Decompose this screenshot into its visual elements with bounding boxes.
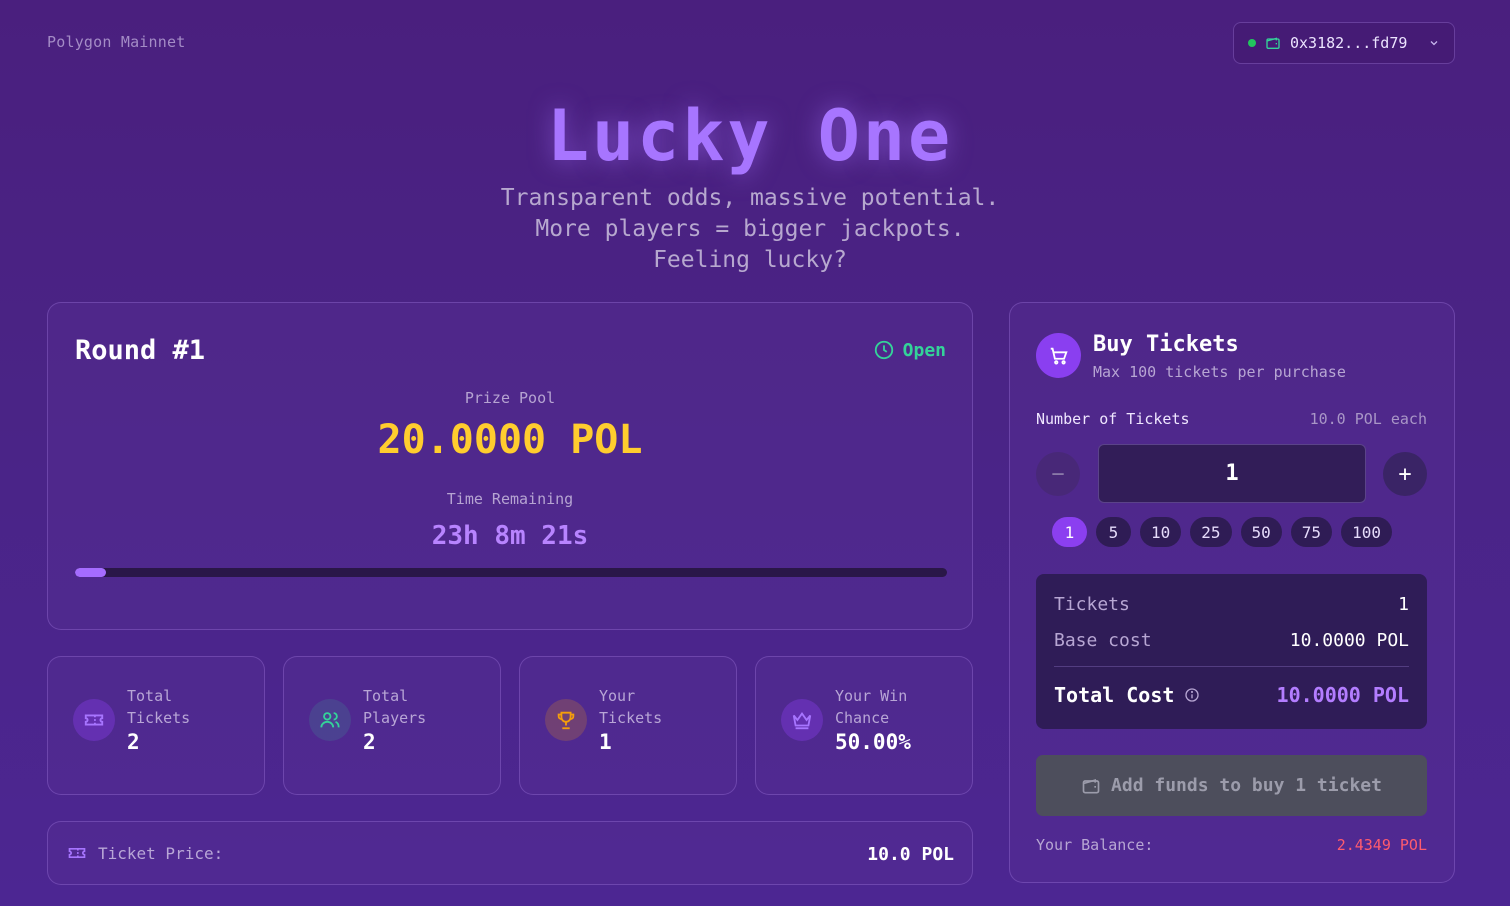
- summary-tickets-row: Tickets 1: [1054, 594, 1409, 615]
- tagline: Transparent odds, massive potential. Mor…: [0, 183, 1500, 276]
- stat-label-line-1: Your Win: [835, 687, 908, 705]
- summary-base-label: Base cost: [1054, 630, 1152, 651]
- round-card: Round #1 Open Prize Pool 20.0000 POL Tim…: [47, 302, 973, 630]
- summary-total-row: Total Cost 10.0000 POL: [1054, 683, 1409, 707]
- stat-label-line-1: Your: [599, 687, 636, 705]
- stat-label: Total Tickets: [127, 685, 190, 729]
- preset-10[interactable]: 10: [1140, 517, 1182, 547]
- time-remaining-label: Time Remaining: [446, 490, 574, 508]
- summary-total-value: 10.0000 POL: [1276, 683, 1409, 707]
- ticket-price-label: Ticket Price:: [98, 843, 224, 863]
- prize-pool-value: 20.0000 POL: [377, 417, 643, 463]
- clock-icon: [873, 339, 895, 361]
- balance-label: Your Balance:: [1036, 836, 1154, 854]
- stat-win-chance: Your Win Chance 50.00%: [755, 656, 973, 795]
- buy-subtitle: Max 100 tickets per purchase: [1093, 363, 1346, 381]
- stat-label-line-2: Tickets: [599, 709, 663, 727]
- preset-group: 1 5 10 25 50 75 100: [1052, 517, 1392, 547]
- preset-50[interactable]: 50: [1240, 517, 1282, 547]
- round-title: Round #1: [75, 335, 206, 366]
- users-icon: [309, 699, 351, 741]
- ticket-icon: [66, 843, 88, 863]
- connected-dot: [1248, 39, 1256, 47]
- stat-label: Your Win Chance: [835, 685, 907, 729]
- preset-5[interactable]: 5: [1096, 517, 1131, 547]
- round-progress-fill: [75, 568, 106, 577]
- stat-value: 2: [127, 730, 140, 754]
- stat-total-players: Total Players 2: [283, 656, 501, 795]
- ticket-price-label-group: Ticket Price:: [66, 843, 223, 863]
- balance-value: 2.4349 POL: [1336, 836, 1427, 854]
- summary-tickets-value: 1: [1398, 594, 1409, 615]
- summary-tickets-label: Tickets: [1054, 594, 1130, 615]
- wallet-button[interactable]: 0x3182...fd79: [1233, 22, 1455, 64]
- preset-1[interactable]: 1: [1052, 517, 1087, 547]
- number-of-tickets-label: Number of Tickets: [1036, 410, 1190, 428]
- stat-value: 1: [599, 730, 612, 754]
- quantity-input[interactable]: 1: [1098, 444, 1366, 503]
- network-label: Polygon Mainnet: [47, 33, 186, 51]
- tagline-line-3: Feeling lucky?: [653, 247, 847, 273]
- decrement-button[interactable]: −: [1036, 452, 1080, 496]
- status-text: Open: [902, 339, 946, 361]
- summary-base-row: Base cost 10.0000 POL: [1054, 630, 1409, 651]
- wallet-address: 0x3182...fd79: [1290, 34, 1408, 52]
- crown-icon: [781, 699, 823, 741]
- preset-25[interactable]: 25: [1190, 517, 1232, 547]
- stat-total-tickets: Total Tickets 2: [47, 656, 265, 795]
- cost-summary: Tickets 1 Base cost 10.0000 POL Total Co…: [1036, 574, 1427, 729]
- stat-label-line-1: Total: [127, 687, 173, 705]
- stat-label-line-2: Tickets: [127, 709, 191, 727]
- stat-label-line-1: Total: [363, 687, 409, 705]
- stat-value: 2: [363, 730, 376, 754]
- wallet-icon: [1081, 776, 1101, 796]
- stat-label-line-2: Chance: [835, 709, 890, 727]
- price-each: 10.0 POL each: [1309, 410, 1427, 428]
- summary-base-value: 10.0000 POL: [1289, 630, 1409, 651]
- tagline-line-1: Transparent odds, massive potential.: [500, 185, 1000, 211]
- info-icon[interactable]: [1184, 687, 1200, 703]
- wallet-icon: [1265, 35, 1281, 51]
- status-badge: Open: [873, 339, 946, 361]
- round-progress-bar: [75, 568, 947, 577]
- stat-your-tickets: Your Tickets 1: [519, 656, 737, 795]
- trophy-icon: [545, 699, 587, 741]
- summary-total-label: Total Cost: [1054, 683, 1175, 707]
- time-remaining-value: 23h 8m 21s: [431, 521, 589, 551]
- preset-100[interactable]: 100: [1341, 517, 1392, 547]
- prize-pool-label: Prize Pool: [464, 389, 556, 407]
- add-funds-label: Add funds to buy 1 ticket: [1111, 775, 1382, 796]
- buy-tickets-panel: Buy Tickets Max 100 tickets per purchase…: [1009, 302, 1455, 883]
- stat-label-line-2: Players: [363, 709, 427, 727]
- tagline-line-2: More players = bigger jackpots.: [535, 216, 965, 242]
- stat-value: 50.00%: [835, 730, 911, 754]
- increment-button[interactable]: +: [1383, 452, 1427, 496]
- stat-label: Total Players: [363, 685, 426, 729]
- summary-divider: [1054, 666, 1409, 667]
- page-title: Lucky One: [546, 95, 954, 177]
- ticket-price-value: 10.0 POL: [867, 844, 954, 865]
- preset-75[interactable]: 75: [1290, 517, 1333, 547]
- ticket-price-bar: Ticket Price: 10.0 POL: [47, 821, 973, 885]
- summary-total-label-group: Total Cost: [1054, 683, 1200, 707]
- chevron-down-icon: [1428, 37, 1440, 49]
- ticket-icon: [73, 699, 115, 741]
- stat-label: Your Tickets: [599, 685, 662, 729]
- buy-title: Buy Tickets: [1093, 332, 1239, 357]
- add-funds-button[interactable]: Add funds to buy 1 ticket: [1036, 755, 1427, 816]
- cart-icon: [1036, 333, 1081, 378]
